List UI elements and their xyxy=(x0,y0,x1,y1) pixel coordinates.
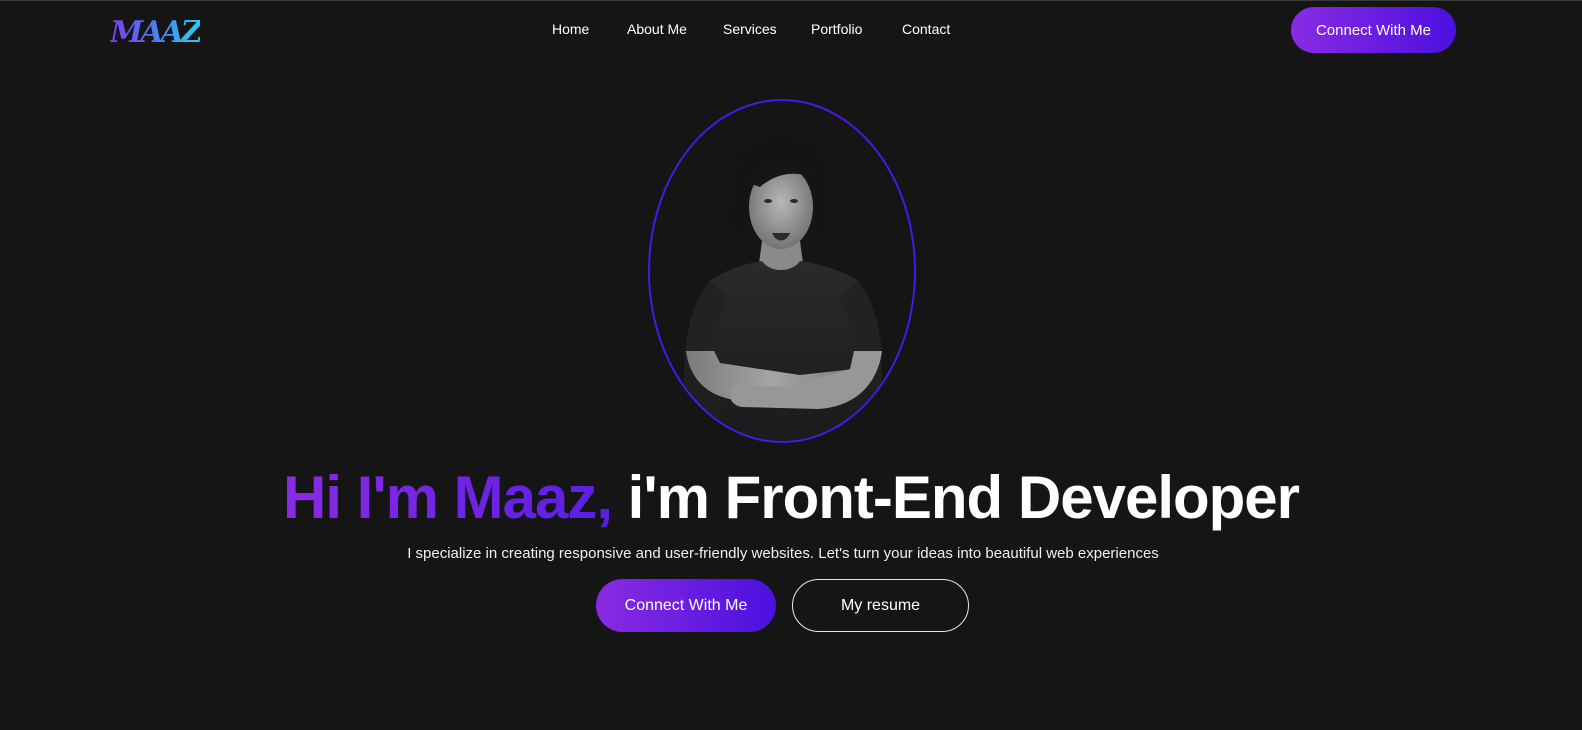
header-connect-button[interactable]: Connect With Me xyxy=(1291,7,1456,53)
nav-item-home[interactable]: Home xyxy=(552,21,589,37)
headline-rest: i'm Front-End Developer xyxy=(612,464,1300,531)
page: MAAZ Home About Me Services Portfolio Co… xyxy=(0,0,1582,730)
nav-item-contact[interactable]: Contact xyxy=(902,21,950,37)
hero-connect-button[interactable]: Connect With Me xyxy=(596,579,776,632)
avatar xyxy=(648,99,916,443)
hero-subtitle: I specialize in creating responsive and … xyxy=(407,545,1159,562)
person-portrait-icon xyxy=(683,136,883,441)
site-logo[interactable]: MAAZ xyxy=(110,15,203,50)
headline-accent: Hi I'm Maaz, xyxy=(282,464,613,531)
nav-item-services[interactable]: Services xyxy=(723,21,777,37)
scrollbar[interactable] xyxy=(1568,1,1582,730)
nav-item-about-me[interactable]: About Me xyxy=(627,21,687,37)
resume-button[interactable]: My resume xyxy=(792,579,969,632)
nav-item-portfolio[interactable]: Portfolio xyxy=(811,21,862,37)
hero-headline: Hi I'm Maaz, i'm Front-End Developer xyxy=(0,463,1582,532)
